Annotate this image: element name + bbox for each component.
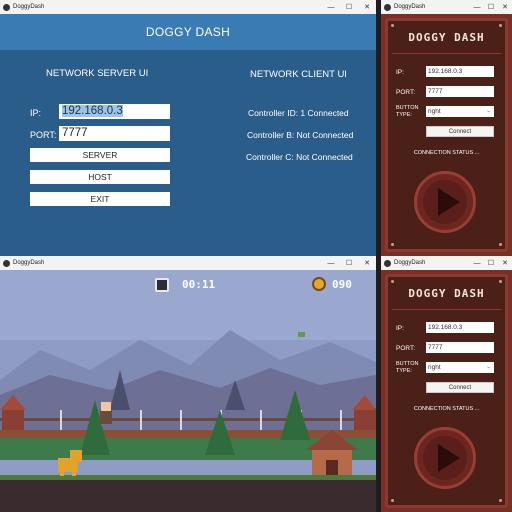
controller-titlebar[interactable]: DoggyDash — ☐ ✕ xyxy=(381,0,512,14)
window-title: DoggyDash xyxy=(13,260,45,266)
chevron-down-icon: ⌄ xyxy=(485,364,491,370)
minimize-button[interactable]: — xyxy=(470,256,484,270)
minimize-button[interactable]: — xyxy=(322,0,340,14)
port-label: PORT: xyxy=(396,345,416,352)
play-button[interactable] xyxy=(414,171,476,233)
server-button[interactable]: SERVER xyxy=(30,148,170,162)
timer-icon xyxy=(155,278,169,292)
app-icon xyxy=(3,3,10,11)
close-button[interactable]: ✕ xyxy=(498,256,512,270)
button-type-select[interactable]: right ⌄ xyxy=(426,106,494,117)
play-icon xyxy=(438,444,460,472)
controller-status: Controller ID: 1 Connected xyxy=(248,108,349,118)
controller-panel: DOGGY DASH IP: 192.168.0.3 PORT: 7777 BU… xyxy=(385,18,508,252)
minimize-button[interactable]: — xyxy=(470,0,484,14)
controller-status: Controller B: Not Connected xyxy=(247,130,354,140)
controller-panel: DOGGY DASH IP: 192.168.0.3 PORT: 7777 BU… xyxy=(385,274,508,508)
ip-label: IP: xyxy=(30,108,42,118)
ip-input[interactable]: 192.168.0.3 xyxy=(59,104,170,119)
connection-status: CONNECTION STATUS ... xyxy=(413,406,480,412)
controller-window-bottom: DoggyDash — ☐ ✕ DOGGY DASH IP: 192.168.0… xyxy=(381,256,512,512)
maximize-button[interactable]: ☐ xyxy=(340,256,358,270)
controller-title: DOGGY DASH xyxy=(408,31,485,44)
connection-status: CONNECTION STATUS ... xyxy=(413,150,480,156)
host-button[interactable]: HOST xyxy=(30,170,170,184)
button-type-label: BUTTON TYPE: xyxy=(396,105,419,118)
exit-button[interactable]: EXIT xyxy=(30,192,170,206)
coin-count: 090 xyxy=(332,278,352,291)
port-label: PORT: xyxy=(30,130,57,140)
close-button[interactable]: ✕ xyxy=(358,256,376,270)
button-type-select[interactable]: right ⌄ xyxy=(426,362,494,373)
window-title: DoggyDash xyxy=(13,4,45,10)
controller-client-area: DOGGY DASH IP: 192.168.0.3 PORT: 7777 BU… xyxy=(381,14,512,256)
server-section-title: NETWORK SERVER UI xyxy=(46,68,149,79)
ip-input[interactable]: 192.168.0.3 xyxy=(426,66,494,77)
timer-text: 00:11 xyxy=(182,278,216,291)
chevron-down-icon: ⌄ xyxy=(485,108,491,114)
app-icon xyxy=(384,259,391,267)
controller-titlebar[interactable]: DoggyDash — ☐ ✕ xyxy=(381,256,512,270)
maximize-button[interactable]: ☐ xyxy=(340,0,358,14)
close-button[interactable]: ✕ xyxy=(358,0,376,14)
app-icon xyxy=(3,259,10,267)
app-header: DOGGY DASH xyxy=(0,14,376,50)
server-window: DoggyDash — ☐ ✕ DOGGY DASH NETWORK SERVE… xyxy=(0,0,376,256)
game-canvas[interactable]: 00:11 090 xyxy=(0,270,376,512)
ip-label: IP: xyxy=(396,69,404,76)
game-scene xyxy=(0,270,376,512)
server-client-area: DOGGY DASH NETWORK SERVER UI NETWORK CLI… xyxy=(0,14,376,256)
maximize-button[interactable]: ☐ xyxy=(484,0,498,14)
controller-status: Controller C: Not Connected xyxy=(246,152,353,162)
ip-input-value: 192.168.0.3 xyxy=(62,105,123,117)
close-button[interactable]: ✕ xyxy=(498,0,512,14)
maximize-button[interactable]: ☐ xyxy=(484,256,498,270)
port-input[interactable]: 7777 xyxy=(426,342,494,353)
play-icon xyxy=(438,188,460,216)
controller-client-area: DOGGY DASH IP: 192.168.0.3 PORT: 7777 BU… xyxy=(381,270,512,512)
minimize-button[interactable]: — xyxy=(322,256,340,270)
port-input[interactable]: 7777 xyxy=(59,126,170,141)
controller-title: DOGGY DASH xyxy=(408,287,485,300)
port-input[interactable]: 7777 xyxy=(426,86,494,97)
game-titlebar[interactable]: DoggyDash — ☐ ✕ xyxy=(0,256,376,270)
connect-button[interactable]: Connect xyxy=(426,382,494,393)
server-titlebar[interactable]: DoggyDash — ☐ ✕ xyxy=(0,0,376,14)
play-button[interactable] xyxy=(414,427,476,489)
controller-window-top: DoggyDash — ☐ ✕ DOGGY DASH IP: 192.168.0… xyxy=(381,0,512,256)
window-title: DoggyDash xyxy=(394,4,426,10)
ip-input[interactable]: 192.168.0.3 xyxy=(426,322,494,333)
game-window: DoggyDash — ☐ ✕ 00:11 090 xyxy=(0,256,376,512)
button-type-label: BUTTON TYPE: xyxy=(396,361,419,374)
connect-button[interactable]: Connect xyxy=(426,126,494,137)
client-section-title: NETWORK CLIENT UI xyxy=(250,69,347,80)
coin-icon xyxy=(312,277,326,291)
port-label: PORT: xyxy=(396,89,416,96)
ip-label: IP: xyxy=(396,325,404,332)
window-title: DoggyDash xyxy=(394,260,426,266)
app-icon xyxy=(384,3,391,11)
